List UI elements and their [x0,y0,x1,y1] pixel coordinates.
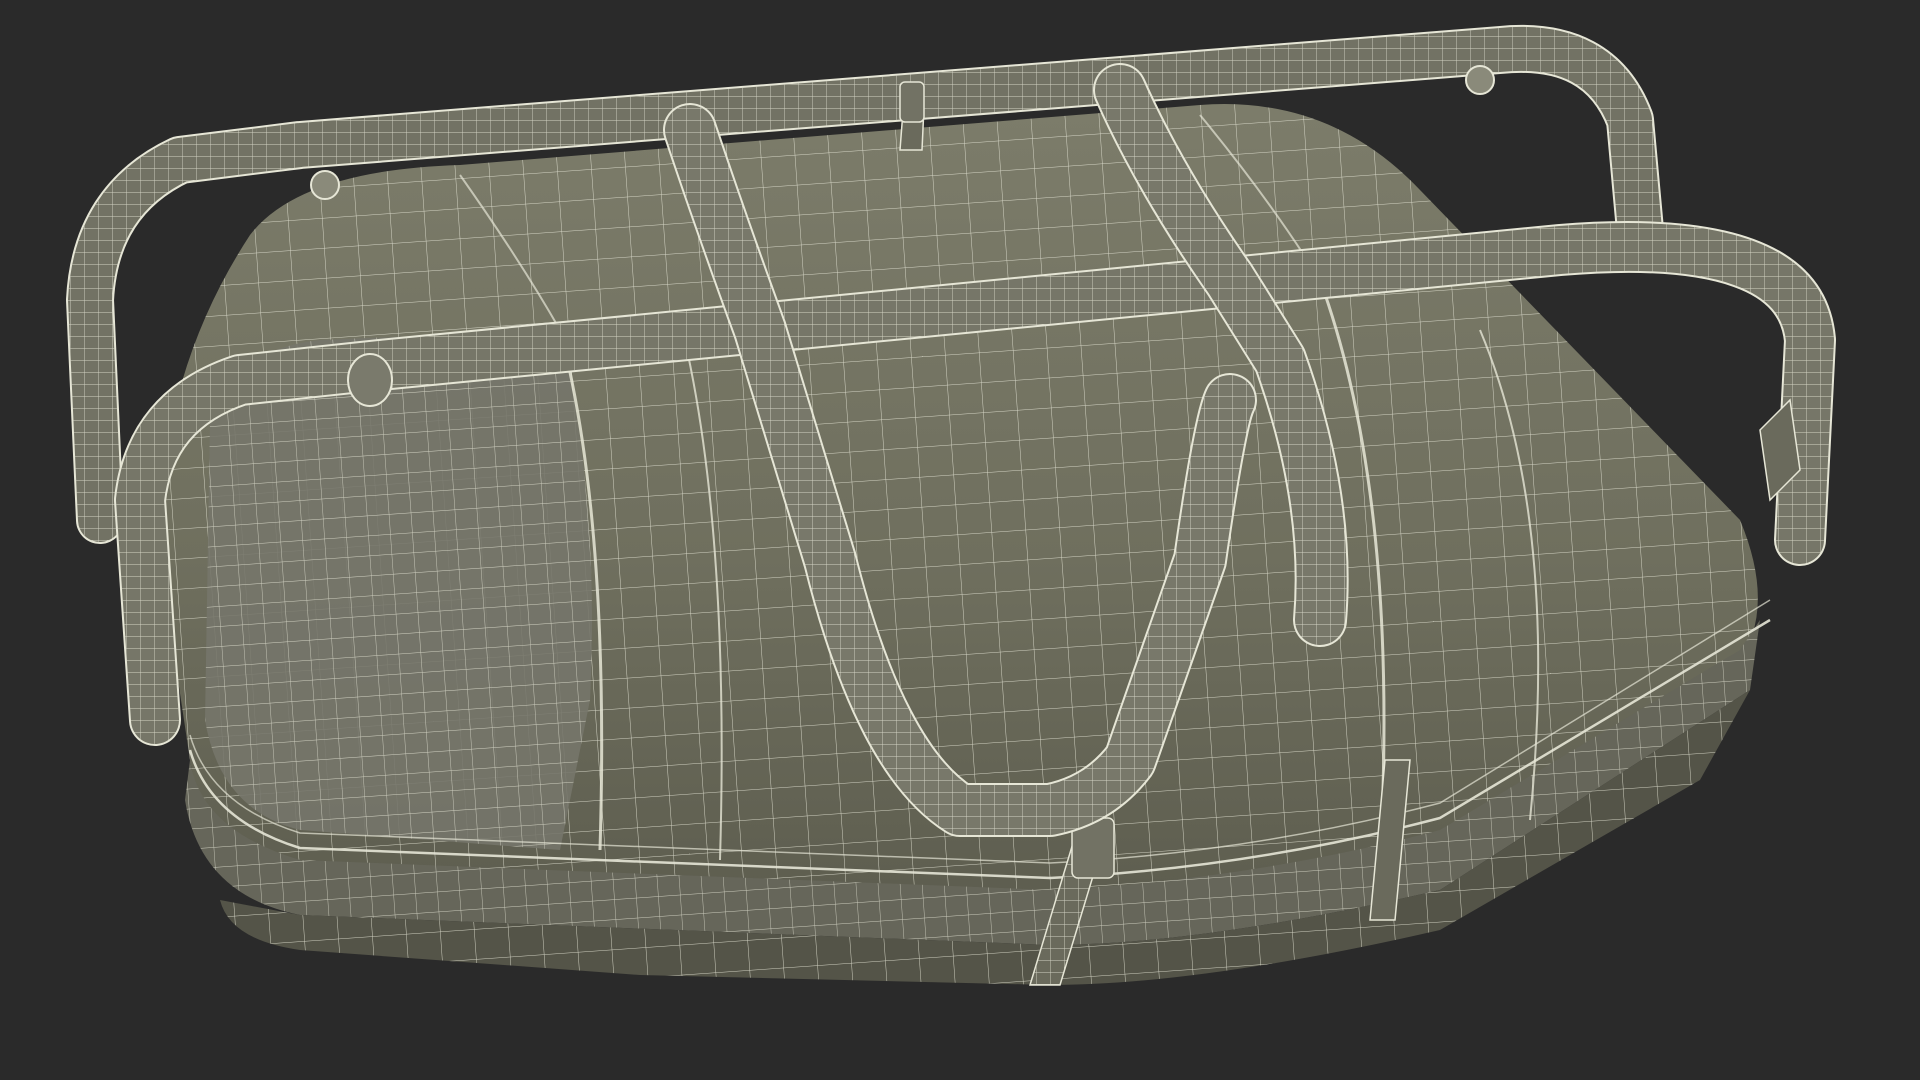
render-viewport [0,0,1920,1080]
end-cap-front-mesh [205,330,592,850]
bolt-head [1465,65,1495,95]
rail-end-cap [347,353,393,407]
bolt-head [310,170,340,200]
wireframe-render [66,24,1836,986]
rail-clamp [899,81,925,123]
